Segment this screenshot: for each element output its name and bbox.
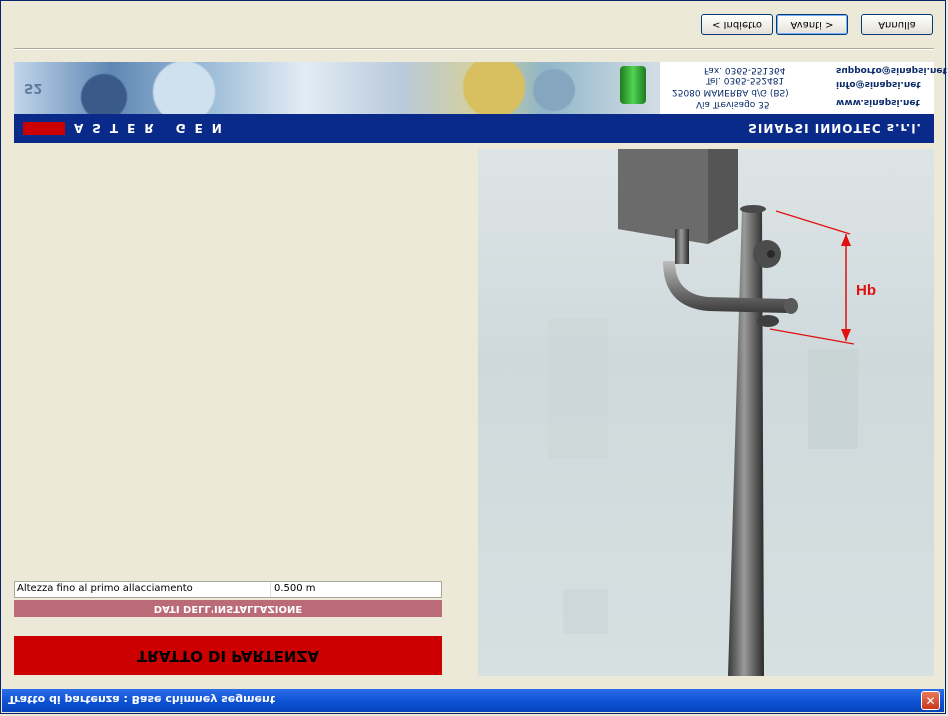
height-field-label: Altezza fino al primo allacciamento [17, 583, 193, 594]
back-button-label: < Indietro [711, 19, 763, 30]
chimney-diagram: Hb [478, 149, 934, 676]
s2-logo-icon: S2 [24, 80, 43, 95]
fax-text: Fax. 0365-551364 [704, 65, 786, 75]
status-text: Tratto di partenza : Base chimney segmen… [8, 693, 276, 706]
product-name: ASTER GEN [74, 121, 231, 135]
brand-red-block [23, 122, 65, 135]
support-email[interactable]: supporto@sinapsi.net [836, 65, 947, 75]
tel-text: Tel. 0365-552481 [706, 75, 785, 85]
field-separator [270, 582, 271, 597]
hb-label: Hb [856, 282, 876, 299]
header-divider [14, 48, 934, 50]
banner-bar: ASTER GEN SINAPSI INNOTEC s.r.l. [14, 114, 934, 143]
next-button[interactable]: Avanti > [776, 14, 848, 35]
height-field-row[interactable]: Altezza fino al primo allacciamento 0.50… [14, 581, 442, 598]
company-banner: S2 Fax. 0365-551364 supporto@sinapsi.net… [14, 62, 947, 143]
installation-data-title: DATI DELL'INSTALLAZIONE [153, 603, 303, 614]
back-button[interactable]: < Indietro [701, 14, 773, 35]
status-bar: Tratto di partenza : Base chimney segmen… [2, 689, 944, 712]
chimney-pipe [728, 209, 764, 676]
address-text: Via Trevisago 35 [696, 99, 770, 109]
installation-data-header: DATI DELL'INSTALLAZIONE [14, 600, 442, 617]
cancel-button-label: Annulla [878, 19, 916, 30]
info-email[interactable]: info@sinapsi.net [836, 79, 921, 89]
segment-title: TRATTO DI PARTENZA [137, 646, 319, 665]
cancel-button[interactable]: Annulla [861, 14, 933, 35]
contact-panel: Fax. 0365-551364 supporto@sinapsi.net Te… [660, 62, 947, 114]
chimney-render-svg: Hb [548, 149, 876, 676]
segment-title-banner: TRATTO DI PARTENZA [14, 636, 442, 675]
green-device-icon [620, 66, 646, 104]
connector-pipe [663, 261, 788, 313]
height-field-value[interactable]: 0.500 m [274, 583, 316, 594]
next-button-label: Avanti > [790, 19, 834, 30]
company-name: SINAPSI INNOTEC s.r.l. [748, 121, 922, 135]
city-text: 25080 MANERBA d/G (BS) [672, 87, 789, 97]
website-link[interactable]: www.sinapsi.net [836, 97, 920, 107]
banner-artwork: S2 [14, 62, 660, 114]
close-icon[interactable]: ✕ [921, 691, 940, 710]
